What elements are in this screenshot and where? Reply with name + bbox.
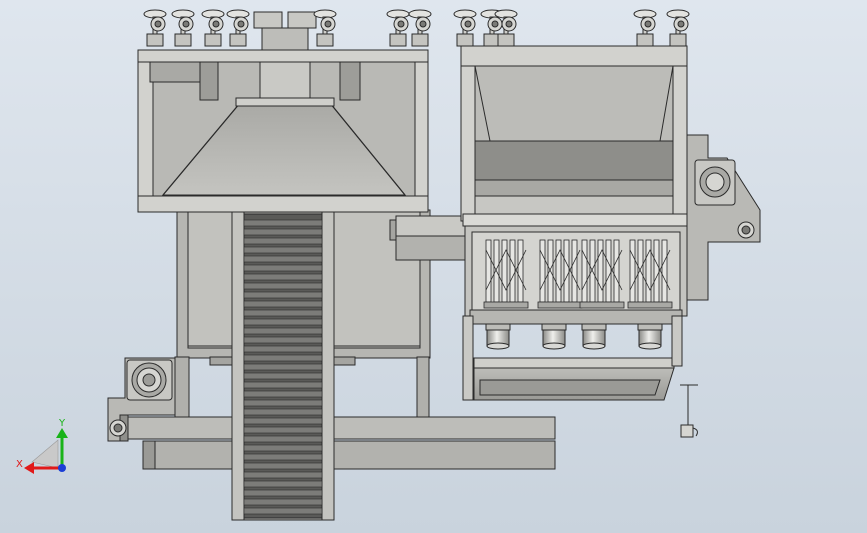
conveyor-slat: [243, 426, 323, 434]
caster-wheel-icon: [386, 9, 410, 47]
caster-wheel-icon: [226, 9, 250, 47]
hydraulic-cylinder: [581, 323, 607, 350]
caster-wheel-icon: [201, 9, 225, 47]
hydraulic-cylinders: [485, 323, 663, 350]
caster-wheels: [143, 9, 690, 47]
conveyor-slat: [243, 507, 323, 515]
cad-viewport[interactable]: Y X: [0, 0, 867, 533]
hydraulic-cylinder: [485, 323, 511, 350]
x-arrowhead: [24, 462, 34, 474]
caster-wheel-icon: [453, 9, 477, 47]
conveyor-slat: [243, 363, 323, 371]
conveyor-slat: [243, 381, 323, 389]
conveyor-slat: [243, 453, 323, 461]
conveyor-slat: [243, 354, 323, 362]
right-motor-bracket: [686, 134, 761, 301]
top-plates: [253, 11, 317, 51]
feed-chute: [395, 215, 467, 261]
conveyor-slat: [243, 246, 323, 254]
conveyor-slat: [243, 273, 323, 281]
conveyor-slat: [243, 300, 323, 308]
conveyor-slat: [243, 435, 323, 443]
conveyor-slat: [243, 471, 323, 479]
discharge-bin: [473, 357, 675, 401]
conveyor-slat: [243, 219, 323, 227]
caster-wheel-icon: [408, 9, 432, 47]
conveyor-slat: [243, 399, 323, 407]
conveyor-slat: [243, 417, 323, 425]
x-axis-label: X: [16, 459, 23, 470]
conveyor-slat: [243, 390, 323, 398]
conveyor-slat: [243, 444, 323, 452]
machine-drawing: Y X: [16, 9, 761, 521]
conveyor-slat: [243, 264, 323, 272]
hydraulic-cylinder: [541, 323, 567, 350]
conveyor-belt: [231, 211, 335, 521]
conveyor-slat: [243, 228, 323, 236]
y-axis-label: Y: [58, 418, 66, 429]
conveyor-slat: [243, 291, 323, 299]
caster-wheel-icon: [666, 9, 690, 47]
conveyor-slat: [243, 408, 323, 416]
conveyor-slat: [243, 498, 323, 506]
conveyor-slat: [243, 489, 323, 497]
conveyor-slat: [243, 282, 323, 290]
caster-wheel-icon: [171, 9, 195, 47]
caster-wheel-icon: [313, 9, 337, 47]
base-beam: [127, 416, 556, 470]
conveyor-slat: [243, 480, 323, 488]
y-arrowhead: [56, 428, 68, 438]
conveyor-slat: [243, 309, 323, 317]
conveyor-slat: [243, 255, 323, 263]
conveyor-slat: [243, 462, 323, 470]
caster-wheel-icon: [143, 9, 167, 47]
caster-wheel-icon: [633, 9, 657, 47]
conveyor-slat: [243, 336, 323, 344]
bearing-icon: [109, 419, 127, 437]
conveyor-slat: [243, 345, 323, 353]
left-motor-icon: [126, 359, 173, 401]
hydraulic-cylinder: [637, 323, 663, 350]
right-unit-frame: [460, 45, 692, 227]
lever-arm: [680, 384, 698, 438]
cutter-blade-set: [483, 239, 529, 309]
cutter-blade-set: [627, 239, 673, 309]
conveyor-slat: [243, 327, 323, 335]
conveyor-slat: [243, 237, 323, 245]
cutter-blade-set: [537, 239, 583, 309]
coordinate-triad-icon: Y X: [16, 418, 68, 474]
conveyor-slat: [243, 318, 323, 326]
cutter-blade-set: [579, 239, 625, 309]
z-axis-dot: [58, 464, 66, 472]
conveyor-slat: [243, 372, 323, 380]
